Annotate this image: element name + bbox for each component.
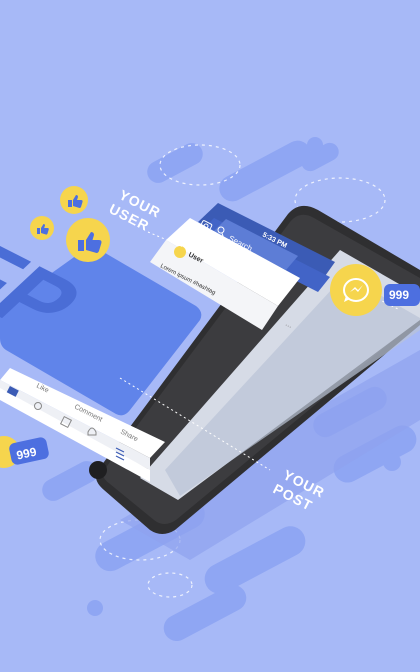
post-avatar — [174, 246, 186, 258]
left-count-badge: 999 — [0, 436, 49, 468]
your-user-label: YOUR USER — [107, 186, 164, 234]
illustration-svg: Search 5:33 PM User Lorem ipsum #hashtag… — [0, 137, 420, 642]
illustration-canvas: Search 5:33 PM User Lorem ipsum #hashtag… — [0, 0, 420, 672]
messenger-bubble[interactable] — [330, 264, 382, 316]
right-count-text: 999 — [389, 288, 409, 302]
home-button[interactable] — [89, 461, 107, 479]
right-count-badge: 999 — [384, 284, 420, 306]
